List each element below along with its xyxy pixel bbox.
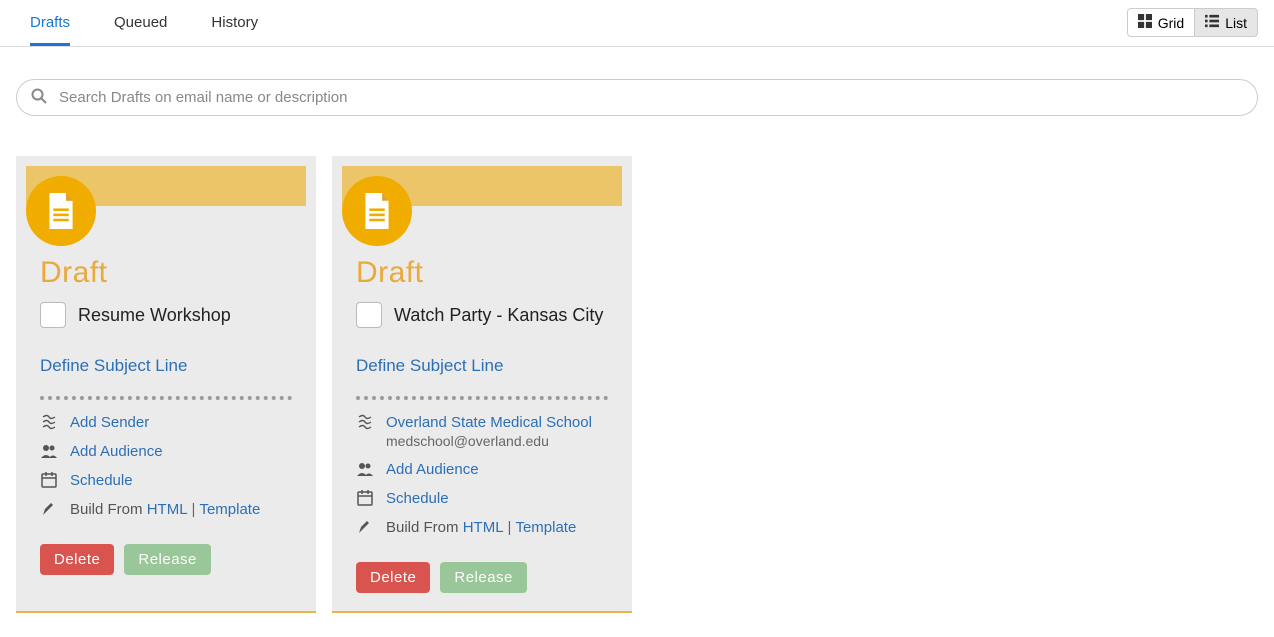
- add-audience-link[interactable]: Add Audience: [70, 443, 163, 460]
- card-title: Watch Party - Kansas City: [394, 305, 603, 326]
- delete-button[interactable]: Delete: [356, 562, 430, 593]
- document-icon: [26, 176, 96, 246]
- build-from-label: Build From: [386, 519, 459, 536]
- schedule-icon: [40, 472, 58, 488]
- build-html-link[interactable]: HTML: [147, 501, 188, 518]
- sender-icon: [40, 414, 58, 430]
- schedule-icon: [356, 490, 374, 506]
- build-from-label: Build From: [70, 501, 143, 518]
- build-html-link[interactable]: HTML: [463, 519, 504, 536]
- sender-name-link[interactable]: Overland State Medical School: [386, 414, 592, 431]
- card-title: Resume Workshop: [78, 305, 231, 326]
- tab-history[interactable]: History: [211, 0, 258, 46]
- document-icon: [342, 176, 412, 246]
- release-button[interactable]: Release: [440, 562, 527, 593]
- search-icon: [31, 88, 47, 107]
- list-icon: [1205, 14, 1219, 31]
- select-checkbox[interactable]: [40, 302, 66, 328]
- search-bar[interactable]: [16, 79, 1258, 116]
- define-subject-link[interactable]: Define Subject Line: [356, 356, 608, 376]
- add-audience-link[interactable]: Add Audience: [386, 461, 479, 478]
- pipe-separator: |: [192, 501, 196, 518]
- grid-view-label: Grid: [1158, 15, 1184, 31]
- divider: [40, 396, 292, 400]
- draft-card: Draft Watch Party - Kansas City Define S…: [332, 156, 632, 613]
- build-template-link[interactable]: Template: [199, 501, 260, 518]
- release-button[interactable]: Release: [124, 544, 211, 575]
- schedule-link[interactable]: Schedule: [386, 490, 449, 507]
- status-label: Draft: [40, 256, 292, 290]
- cards-grid: Draft Resume Workshop Define Subject Lin…: [0, 132, 1274, 637]
- status-label: Draft: [356, 256, 608, 290]
- grid-icon: [1138, 14, 1152, 31]
- build-template-link[interactable]: Template: [515, 519, 576, 536]
- select-checkbox[interactable]: [356, 302, 382, 328]
- draft-card: Draft Resume Workshop Define Subject Lin…: [16, 156, 316, 613]
- delete-button[interactable]: Delete: [40, 544, 114, 575]
- build-icon: [40, 501, 58, 517]
- define-subject-link[interactable]: Define Subject Line: [40, 356, 292, 376]
- audience-icon: [40, 443, 58, 459]
- list-view-button[interactable]: List: [1194, 8, 1258, 37]
- search-input[interactable]: [57, 88, 1243, 107]
- audience-icon: [356, 461, 374, 477]
- divider: [356, 396, 608, 400]
- grid-view-button[interactable]: Grid: [1127, 8, 1194, 37]
- top-bar: Drafts Queued History Grid List: [0, 0, 1274, 47]
- tab-queued[interactable]: Queued: [114, 0, 167, 46]
- tab-drafts[interactable]: Drafts: [30, 0, 70, 46]
- sender-icon: [356, 414, 374, 430]
- view-toggle: Grid List: [1127, 0, 1258, 37]
- add-sender-link[interactable]: Add Sender: [70, 414, 149, 431]
- sender-email: medschool@overland.edu: [386, 433, 592, 449]
- tabs: Drafts Queued History: [16, 0, 258, 46]
- schedule-link[interactable]: Schedule: [70, 472, 133, 489]
- list-view-label: List: [1225, 15, 1247, 31]
- pipe-separator: |: [508, 519, 512, 536]
- build-icon: [356, 519, 374, 535]
